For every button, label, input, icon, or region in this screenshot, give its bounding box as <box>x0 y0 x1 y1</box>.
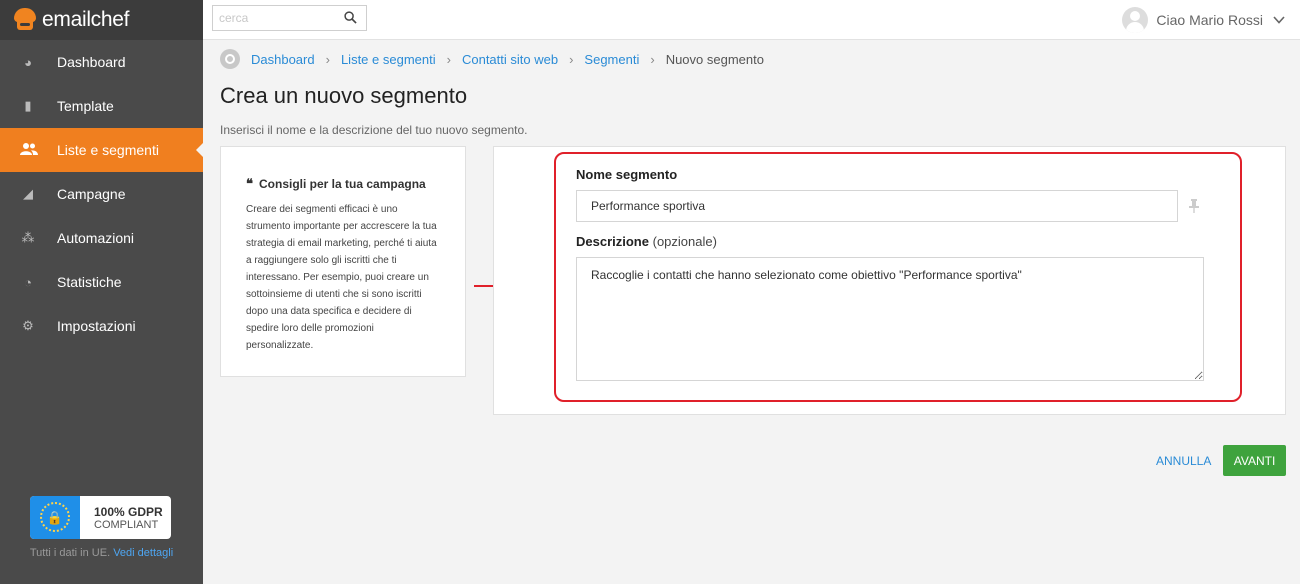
tips-title: Consigli per la tua campagna <box>259 177 426 191</box>
gdpr-note: Tutti i dati in UE. Vedi dettagli <box>0 547 203 559</box>
chevron-right-icon: › <box>446 51 451 67</box>
document-icon: ▮ <box>24 98 32 113</box>
users-icon <box>20 142 38 159</box>
avatar <box>1122 7 1149 33</box>
sidebar-item-impostazioni[interactable]: ⚙ Impostazioni <box>0 304 203 348</box>
sidebar-item-automazioni[interactable]: ⁂ Automazioni <box>0 216 203 260</box>
chevron-right-icon: › <box>569 51 574 67</box>
sidebar-item-label: Liste e segmenti <box>57 142 159 158</box>
chevron-right-icon: › <box>650 51 655 67</box>
gdpr-badge: 🔒 100% GDPR COMPLIANT <box>30 496 171 539</box>
segment-name-input[interactable] <box>576 190 1178 222</box>
sidebar-item-label: Dashboard <box>57 54 126 70</box>
breadcrumb: Dashboard › Liste e segmenti › Contatti … <box>220 48 764 70</box>
topbar: Ciao Mario Rossi <box>203 0 1300 40</box>
pin-icon[interactable] <box>1188 199 1200 213</box>
gears-icon: ⚙ <box>22 318 34 333</box>
dashboard-icon[interactable] <box>220 49 240 69</box>
breadcrumb-segmenti[interactable]: Segmenti <box>584 52 639 67</box>
sidebar-item-liste-e-segmenti[interactable]: Liste e segmenti <box>0 128 203 172</box>
sidebar-item-label: Automazioni <box>57 230 135 246</box>
chef-hat-icon <box>12 8 38 32</box>
sidebar-item-template[interactable]: ▮ Template <box>0 84 203 128</box>
search-icon[interactable] <box>344 9 360 27</box>
user-greeting: Ciao Mario Rossi <box>1156 12 1263 28</box>
sidebar-item-campagne[interactable]: ◢ Campagne <box>0 172 203 216</box>
cancel-button[interactable]: ANNULLA <box>1150 446 1217 476</box>
chevron-right-icon: › <box>325 51 330 67</box>
logo-text: emailchef <box>42 8 130 31</box>
breadcrumb-dashboard[interactable]: Dashboard <box>251 52 315 67</box>
segment-name-label: Nome segmento <box>576 167 678 182</box>
user-menu[interactable]: Ciao Mario Rossi <box>1122 7 1286 33</box>
flow-icon: ⁂ <box>21 230 35 245</box>
breadcrumb-current: Nuovo segmento <box>665 51 764 67</box>
pie-chart-icon: ◔ <box>24 274 32 290</box>
gdpr-details-link[interactable]: Vedi dettagli <box>113 547 173 559</box>
sidebar-item-dashboard[interactable]: ◕ Dashboard <box>0 40 203 84</box>
tips-card: ❝ Consigli per la tua campagna Creare dei… <box>220 146 466 377</box>
page-subtitle: Inserisci il nome e la descrizione del t… <box>220 123 528 137</box>
sidebar-item-label: Statistiche <box>57 274 122 290</box>
sidebar: emailchef ◕ Dashboard ▮ Template Liste e… <box>0 0 203 584</box>
quote-icon: ❝ <box>246 176 253 191</box>
next-button[interactable]: AVANTI <box>1223 445 1286 476</box>
logo[interactable]: emailchef <box>0 0 203 40</box>
sidebar-item-label: Campagne <box>57 186 126 202</box>
sidebar-item-statistiche[interactable]: ◔ Statistiche <box>0 260 203 304</box>
gdpr-note-text: Tutti i dati in UE. <box>29 547 111 559</box>
search-input[interactable] <box>213 6 338 30</box>
breadcrumb-contatti-sito-web[interactable]: Contatti sito web <box>462 52 558 67</box>
eu-lock-icon: 🔒 <box>30 496 80 539</box>
gdpr-subtitle: COMPLIANT <box>94 518 159 531</box>
tips-heading: ❝ Consigli per la tua campagna <box>246 176 440 192</box>
dashboard-icon: ◕ <box>24 54 32 70</box>
tips-body: Creare dei segmenti efficaci è uno strum… <box>246 204 437 351</box>
description-textarea[interactable]: Raccoglie i contatti che hanno seleziona… <box>576 257 1204 381</box>
breadcrumb-liste-e-segmenti[interactable]: Liste e segmenti <box>341 52 436 67</box>
sidebar-item-label: Template <box>57 98 114 114</box>
page-title: Crea un nuovo segmento <box>220 83 468 108</box>
search-box <box>212 5 367 31</box>
chevron-down-icon <box>1273 16 1285 24</box>
gdpr-title: 100% GDPR <box>94 504 163 519</box>
description-label: Descrizione (opzionale) <box>576 234 717 249</box>
sidebar-item-label: Impostazioni <box>57 318 136 334</box>
paper-plane-icon: ◢ <box>23 186 33 201</box>
